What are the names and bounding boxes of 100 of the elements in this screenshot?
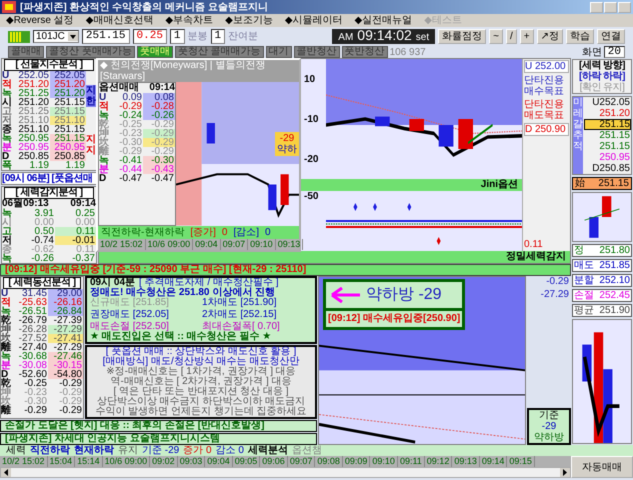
data-row: 坤 -26.28 -27.29	[1, 325, 83, 334]
status-text: 기준 -29	[142, 445, 180, 456]
axis-label: -20	[304, 154, 320, 164]
target-label: 단타진용 매도목표	[524, 99, 565, 121]
close-button[interactable]	[618, 2, 631, 12]
direction-state: [하락 하락]	[579, 71, 625, 82]
toolbar-button[interactable]: +	[520, 29, 534, 44]
popup-title: ◆ 천의전쟁[Moneywars] | 별들의전쟁[Starwars]	[98, 60, 299, 82]
data-row: 적 -25.63 -26.16	[1, 298, 83, 307]
menu-item[interactable]: ◆매매신호선택	[86, 15, 154, 26]
price-field: 251.15	[82, 29, 130, 44]
toolbar-button[interactable]: 학습	[566, 29, 594, 44]
time-note: [09시 06분] [풋옵션매	[1, 172, 97, 185]
data-row: 적 251.20 251.20	[2, 80, 86, 89]
highlight-cell: 251.15	[50, 134, 86, 143]
indicator-strip: 정밀세력감지	[99, 251, 570, 263]
highlight-cell: 0.11	[55, 227, 96, 236]
minimize-button[interactable]	[590, 2, 603, 12]
data-row: 離 -27.40 -27.29	[1, 343, 83, 352]
interval-field[interactable]: 1	[170, 29, 185, 44]
candle	[409, 119, 424, 131]
data-row: 분 -30.08 -30.15	[1, 361, 83, 370]
highlight-cell: 252.05	[50, 71, 86, 80]
side-label: 지지	[86, 134, 96, 156]
dropdown-arrow-icon[interactable]	[68, 32, 78, 41]
data-row: 乾 -0.25 -0.29	[1, 379, 83, 388]
highlight-cell-text: 251.15	[53, 125, 86, 134]
data-row: 고 0.50 0.11	[2, 227, 96, 236]
target-label: 단타진용 매수목표	[524, 75, 565, 97]
maximize-button[interactable]	[604, 2, 617, 12]
data-row: 시 0.00 0.00	[2, 218, 96, 227]
signal-text: 약하방 -29	[366, 286, 442, 304]
order-price: 분할 252.10	[572, 274, 632, 287]
level-value: D250.85	[591, 163, 631, 174]
remaining-field[interactable]: 1	[210, 29, 226, 44]
highlight-cell: 0.08	[143, 93, 175, 102]
menu-item[interactable]: ◆부속차트	[165, 15, 214, 26]
data-row: 저 -0.74 -0.01	[2, 236, 96, 245]
highlight-cell: 251.20	[50, 80, 86, 89]
status-text: 세력분석	[248, 445, 288, 456]
price-target: 1차매도 [251.90]	[202, 298, 278, 308]
toolbar-button[interactable]: ~	[489, 29, 503, 44]
time-tick: 10/6 09:00	[146, 238, 194, 250]
toolbar-button[interactable]: 화률점정	[438, 29, 486, 44]
price-target: 권장매도 [252.05]	[90, 310, 170, 320]
symbol-select[interactable]: 101JC	[33, 30, 79, 43]
toolbar-button[interactable]: ↗정	[536, 29, 563, 44]
scroll-right-icon[interactable]	[560, 468, 570, 477]
menu-item[interactable]: ◆보조기능	[225, 15, 273, 26]
highlight-cell: -27.46	[48, 352, 83, 361]
guide-line: ※정-매매신호는 [ 1차가격, 권장가격 ] 대응	[106, 367, 297, 377]
data-row: 坤 -0.23 -0.29	[99, 129, 175, 138]
menu-item[interactable]: ◆시뮬레이터	[284, 15, 343, 26]
candle	[458, 119, 473, 149]
data-row: U 252.05 252.05	[2, 71, 86, 80]
order-price: 평균 251.90	[572, 304, 632, 317]
signal-bars-icon	[8, 30, 30, 42]
highlight-cell: 251.20	[50, 89, 86, 98]
data-row: 乾 -26.79 -27.39	[1, 316, 83, 325]
highlight-cell: -26.84	[48, 307, 83, 316]
highlight-cell-text: -27.29	[52, 343, 83, 352]
time-tick: 09:07	[220, 238, 248, 250]
status-text: 직전하락	[30, 445, 70, 456]
highlight-cell: 250.95	[50, 143, 86, 152]
level-value: 251.15	[598, 130, 631, 141]
data-row: 분 250.95 250.95	[2, 143, 86, 152]
price-target: 2차매도 [252.15]	[202, 310, 278, 320]
remaining-unit: 잔여분	[228, 31, 258, 42]
highlight-cell: -30.15	[48, 361, 83, 370]
panel-title: [세력 방향]	[579, 60, 625, 71]
guide-line: 상단박스이상 매수금지 하단박스이하 매도금지	[96, 397, 306, 407]
highlight-cell-text: -27.39	[52, 316, 83, 325]
axis-label: -50	[304, 191, 320, 204]
highlight-cell: -0.01	[55, 236, 96, 245]
data-row: 녹 -0.24 -0.26	[99, 111, 175, 120]
status-text: 감소 0	[216, 445, 244, 456]
data-row: 녹 -0.26 -0.37	[2, 254, 96, 263]
order-price: 매도 251.85	[572, 259, 632, 272]
candle	[589, 217, 599, 238]
data-row: 녹 251.25 251.20	[2, 89, 86, 98]
change-field: 0.25	[132, 29, 167, 44]
menu-item[interactable]: ◆실전매뉴얼	[354, 15, 412, 26]
scroll-left-icon[interactable]	[1, 468, 11, 477]
left-arrow-icon	[330, 287, 360, 303]
toolbar-button[interactable]: 연결	[597, 29, 625, 44]
data-row: 離 -0.29 -0.29	[1, 406, 83, 415]
toolbar-button[interactable]: /	[506, 29, 517, 44]
notice-bar: [파생지존] 차세대 인공지능 요술램프지니시스템	[0, 433, 317, 445]
time-tick: 10/2 15:02	[98, 238, 146, 250]
auto-trade-button[interactable]: 자동매매	[571, 456, 633, 478]
diamond-marker	[436, 237, 441, 245]
data-row: 종 -0.62 0.11	[2, 245, 96, 254]
axis-label: 10	[304, 74, 316, 84]
highlight-cell-text: -0.29	[58, 388, 83, 397]
signal-badge: -29 약하	[275, 132, 299, 156]
reading-text: 0.11	[524, 239, 544, 250]
candle	[602, 196, 612, 217]
menu-item[interactable]: ◆Reverse 설정	[6, 15, 74, 26]
horizontal-scrollbar[interactable]	[0, 467, 571, 478]
highlight-cell: 251.15	[50, 107, 86, 116]
